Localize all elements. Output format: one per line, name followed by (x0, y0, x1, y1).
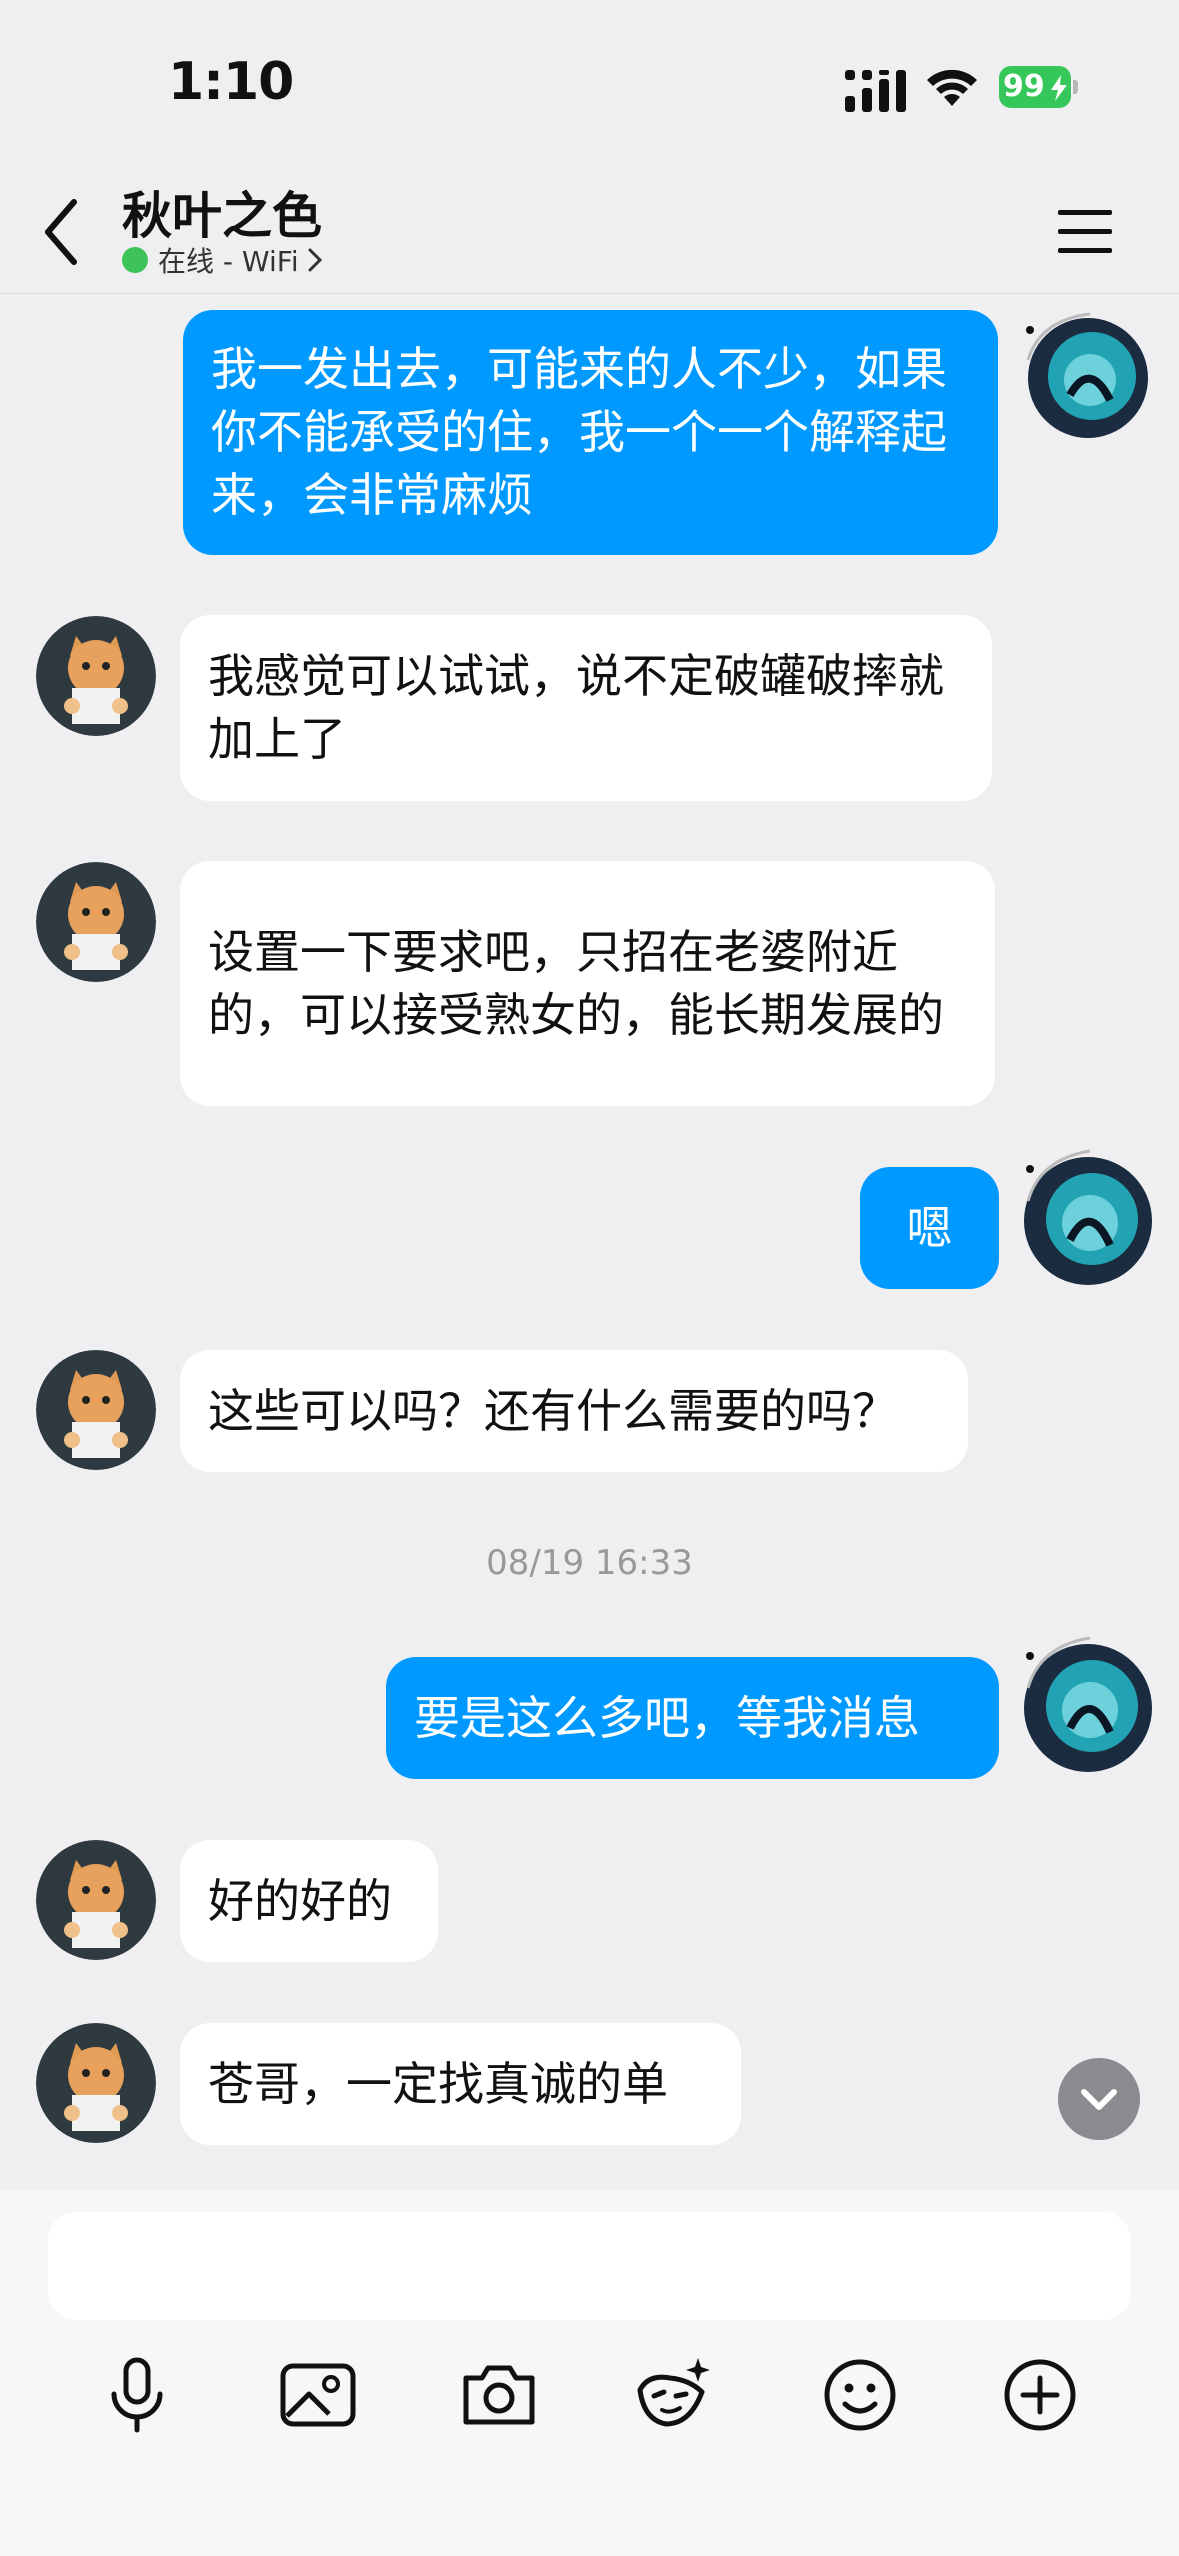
battery-icon: 99 (999, 66, 1079, 108)
back-chevron-icon[interactable] (40, 192, 88, 272)
message-bubble[interactable]: 设置一下要求吧，只招在老婆附近的，可以接受熟女的，能长期发展的 (180, 861, 995, 1106)
scroll-to-bottom-button[interactable] (1058, 2058, 1140, 2140)
chat-header: 秋叶之色 在线 - WiFi (0, 170, 1179, 294)
message-bubble[interactable]: 我一发出去，可能来的人不少，如果你不能承受的住，我一个一个解释起来，会非常麻烦 (183, 310, 998, 555)
message-bubble[interactable]: 我感觉可以试试，说不定破罐破摔就加上了 (180, 615, 992, 801)
message-bubble[interactable]: 好的好的 (180, 1840, 438, 1962)
presence-status[interactable]: 在线 - WiFi (122, 240, 323, 280)
camera-icon[interactable] (454, 2350, 544, 2440)
battery-level: 99 (1003, 69, 1045, 104)
emoji-icon[interactable] (815, 2350, 905, 2440)
microphone-icon[interactable] (92, 2350, 182, 2440)
status-time: 1:10 (168, 52, 294, 112)
self-avatar[interactable] (1010, 1135, 1158, 1303)
contact-avatar[interactable] (36, 862, 156, 982)
online-dot-icon (122, 247, 148, 273)
cellular-signal-icon (845, 70, 906, 112)
contact-avatar[interactable] (36, 616, 156, 736)
contact-avatar[interactable] (36, 1350, 156, 1470)
message-bubble[interactable]: 这些可以吗？还有什么需要的吗？ (180, 1350, 968, 1472)
chat-screen: 1:10 99 秋叶之色 在线 - WiFi 我一发出去，可能来的人不少，如果你… (0, 0, 1179, 2556)
message-input[interactable] (48, 2212, 1131, 2320)
chevron-down-icon (1081, 2089, 1117, 2110)
self-avatar[interactable] (1010, 300, 1158, 448)
status-bar: 1:10 99 (0, 0, 1179, 170)
contact-avatar[interactable] (36, 1840, 156, 1960)
composer (0, 2190, 1179, 2556)
sticker-icon[interactable] (630, 2350, 720, 2440)
contact-avatar[interactable] (36, 2023, 156, 2143)
message-timestamp: 08/19 16:33 (486, 1543, 693, 1583)
self-avatar[interactable] (1010, 1620, 1158, 1788)
plus-icon[interactable] (995, 2350, 1085, 2440)
chevron-right-icon (308, 248, 322, 272)
message-bubble[interactable]: 苍哥，一定找真诚的单 (180, 2023, 741, 2145)
chat-title[interactable]: 秋叶之色 (122, 176, 322, 248)
message-bubble[interactable]: 要是这么多吧，等我消息 (386, 1657, 999, 1779)
message-bubble[interactable]: 嗯 (860, 1167, 999, 1289)
presence-label: 在线 - WiFi (158, 245, 299, 278)
image-icon[interactable] (273, 2350, 363, 2440)
wifi-icon (927, 69, 977, 106)
menu-icon[interactable] (1056, 206, 1114, 258)
